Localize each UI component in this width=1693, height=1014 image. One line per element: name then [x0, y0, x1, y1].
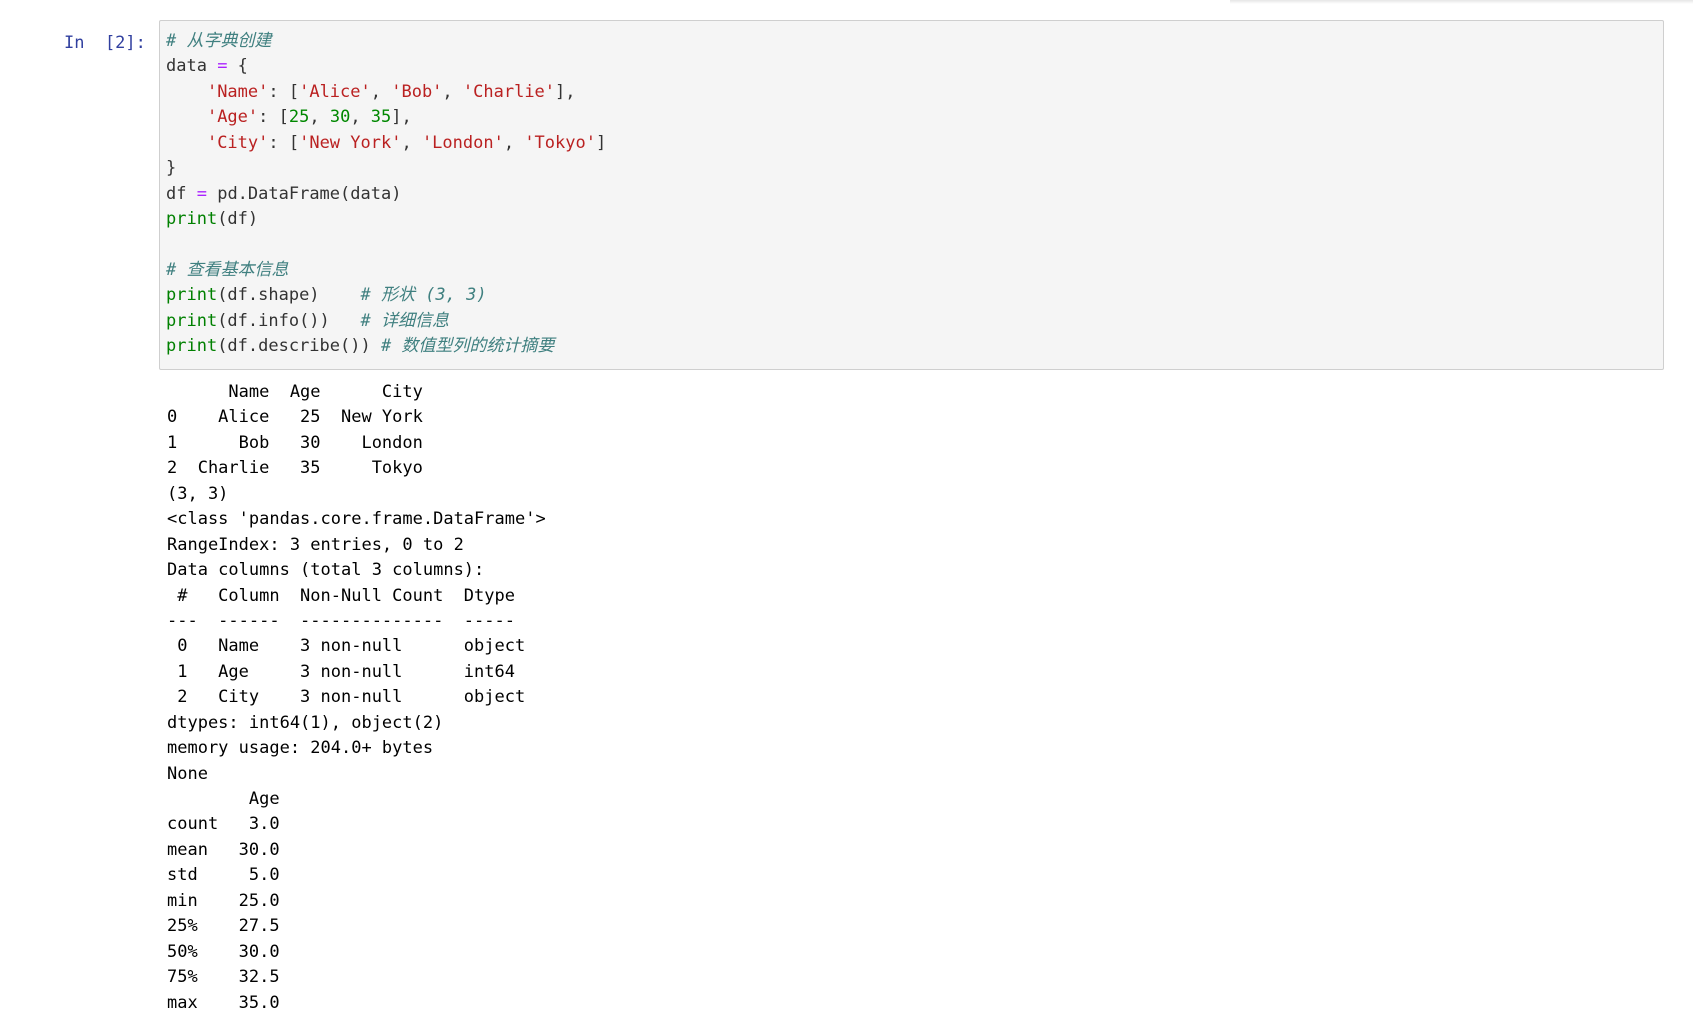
- code-token-op: =: [217, 56, 228, 77]
- code-token-plain: ],: [555, 81, 576, 102]
- code-token-plain: (df.shape): [217, 285, 361, 306]
- code-line: 'City': ['New York', 'London', 'Tokyo']: [166, 131, 606, 156]
- code-token-string: 'London': [421, 132, 504, 153]
- output-line: 1 Age 3 non-null int64: [167, 661, 526, 682]
- output-line: --- ------ -------------- -----: [167, 610, 526, 631]
- code-token-string: 'Tokyo': [524, 132, 596, 153]
- code-token-comment: # 从字典创建: [166, 31, 272, 51]
- code-token-plain: (df.info()): [217, 310, 361, 331]
- code-token-builtin: print: [166, 209, 218, 230]
- code-editor[interactable]: # 从字典创建 data = { 'Name': ['Alice', 'Bob',…: [166, 29, 606, 360]
- code-line: print(df.info()) # 详细信息: [166, 309, 606, 334]
- code-line: print(df.shape) # 形状 (3, 3): [166, 283, 606, 308]
- code-token-string: 'Alice': [299, 81, 371, 102]
- output-line: min 25.0: [167, 890, 280, 911]
- output-line: memory usage: 204.0+ bytes: [167, 738, 434, 759]
- output-line: 25% 27.5: [167, 916, 280, 937]
- output-line: RangeIndex: 3 entries, 0 to 2: [167, 534, 464, 555]
- code-token-plain: data: [166, 56, 218, 77]
- code-line: print(df.describe()) # 数值型列的统计摘要: [166, 334, 606, 359]
- output-line: <class 'pandas.core.frame.DataFrame'>: [167, 509, 546, 530]
- output-line: count 3.0: [167, 814, 280, 835]
- code-token-builtin: print: [166, 336, 218, 357]
- output-line: mean 30.0: [167, 839, 280, 860]
- output-line: max 35.0: [167, 992, 280, 1013]
- code-line: 'Name': ['Alice', 'Bob', 'Charlie'],: [166, 80, 606, 105]
- output-line: 2 City 3 non-null object: [167, 687, 526, 708]
- code-token-plain: ,: [309, 107, 330, 128]
- code-token-string: 'New York': [299, 132, 402, 153]
- output-line: 2 Charlie 35 Tokyo: [167, 458, 423, 479]
- code-token-plain: pd.DataFrame(data): [206, 183, 402, 204]
- output-line: 0 Alice 25 New York: [167, 407, 423, 428]
- input-prompt: In [2]:: [64, 33, 146, 53]
- code-line: data = {: [166, 54, 606, 79]
- code-token-plain: ,: [503, 132, 525, 153]
- code-input-area[interactable]: # 从字典创建 data = { 'Name': ['Alice', 'Bob',…: [159, 20, 1664, 370]
- code-token-plain: ],: [391, 107, 412, 128]
- top-toolbar-shadow: [1230, 0, 1693, 4]
- code-token-plain: }: [166, 158, 177, 179]
- output-line: 0 Name 3 non-null object: [167, 636, 526, 657]
- code-line: # 查看基本信息: [166, 258, 606, 283]
- code-token-number: 30: [329, 107, 351, 128]
- code-token-string: 'Name': [206, 81, 269, 102]
- code-token-string: 'Charlie': [462, 81, 556, 102]
- code-token-comment: # 详细信息: [360, 310, 449, 331]
- code-token-plain: : [: [258, 107, 289, 128]
- cell-output: Name Age City 0 Alice 25 New York 1 Bob 30…: [167, 380, 546, 1014]
- code-line: }: [166, 156, 606, 181]
- code-token-builtin: print: [166, 310, 218, 331]
- code-token-plain: df: [166, 183, 197, 204]
- output-line: std 5.0: [167, 865, 280, 886]
- code-token-number: 25: [288, 107, 310, 128]
- output-line: 1 Bob 30 London: [167, 432, 423, 453]
- code-token-plain: ,: [370, 81, 392, 102]
- code-token-builtin: print: [166, 285, 218, 306]
- code-token-plain: : [: [268, 132, 300, 153]
- code-token-plain: (df): [217, 209, 259, 230]
- code-token-string: 'Bob': [391, 81, 443, 102]
- code-token-comment: # 形状 (3, 3): [360, 285, 487, 306]
- code-token-plain: : [: [268, 81, 300, 102]
- code-line: df = pd.DataFrame(data): [166, 182, 606, 207]
- code-token-comment: # 查看基本信息: [166, 259, 289, 280]
- output-line: 75% 32.5: [167, 967, 280, 988]
- code-token-op: =: [196, 183, 207, 204]
- code-token-comment: # 数值型列的统计摘要: [380, 336, 555, 357]
- code-line: # 从字典创建: [166, 29, 606, 54]
- output-line: None: [167, 763, 208, 784]
- code-token-plain: ,: [442, 81, 463, 102]
- code-line: print(df): [166, 207, 606, 232]
- code-token-plain: ]: [595, 132, 607, 153]
- output-line: Name Age City: [167, 382, 423, 402]
- output-line: Data columns (total 3 columns):: [167, 560, 485, 581]
- output-line: 50% 30.0: [167, 941, 280, 962]
- output-line: Age: [167, 789, 280, 809]
- code-token-string: 'Age': [206, 107, 259, 128]
- code-token-plain: (df.describe()): [217, 336, 381, 357]
- code-token-plain: ,: [350, 107, 371, 128]
- code-token-plain: ,: [401, 132, 422, 153]
- code-token-string: 'City': [206, 132, 269, 153]
- output-line: (3, 3): [167, 483, 229, 504]
- code-line: 'Age': [25, 30, 35],: [166, 105, 606, 130]
- output-line: dtypes: int64(1), object(2): [167, 712, 444, 733]
- code-token-plain: {: [227, 56, 248, 77]
- output-line: # Column Non-Null Count Dtype: [167, 585, 526, 606]
- code-token-number: 35: [370, 107, 392, 128]
